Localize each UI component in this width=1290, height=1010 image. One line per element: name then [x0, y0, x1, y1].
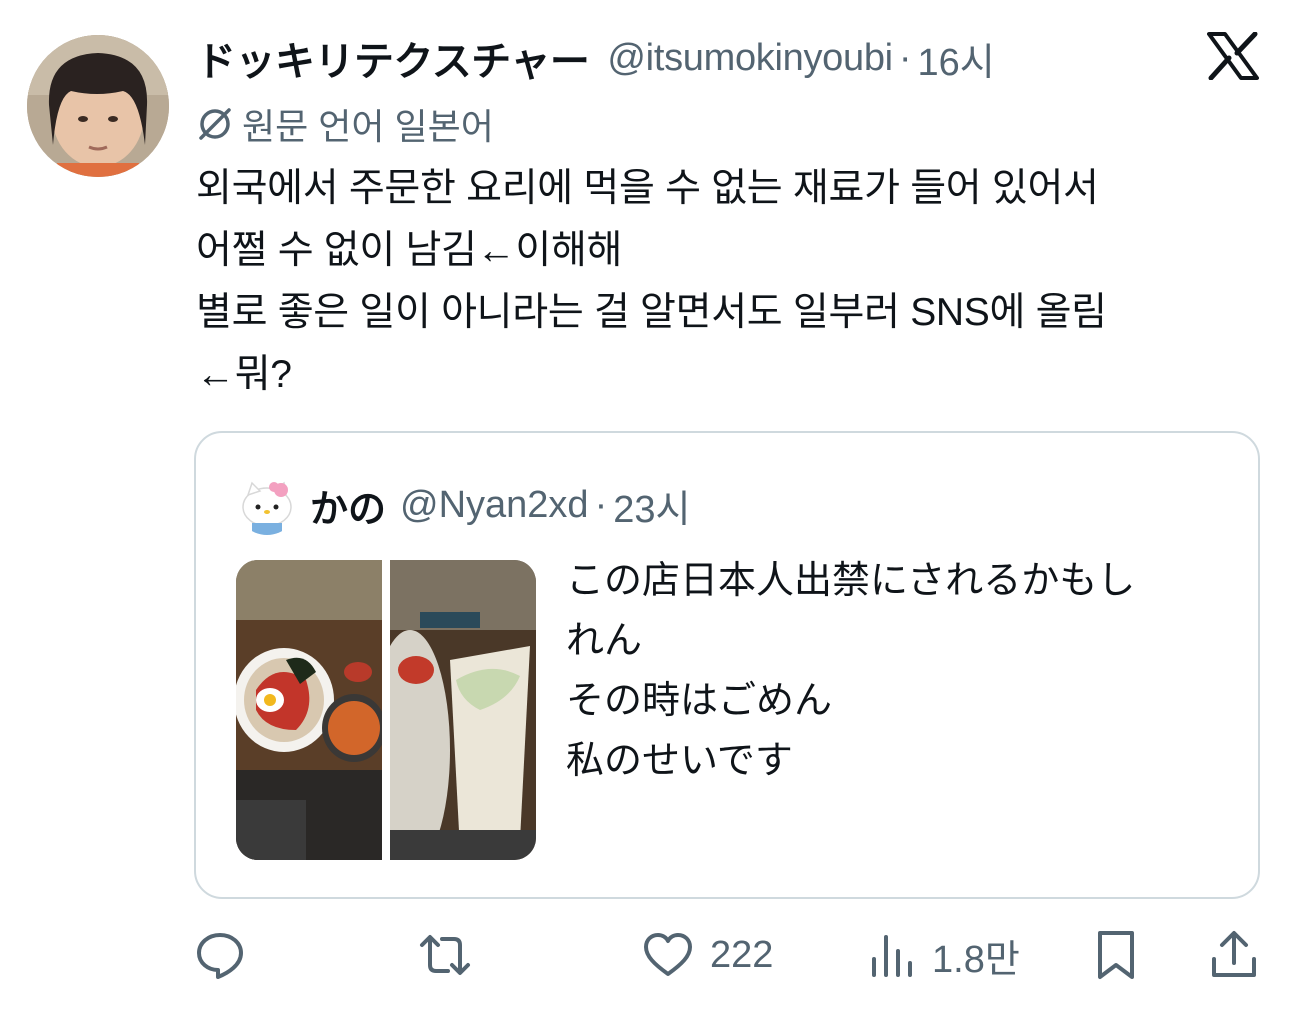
like-count: 222 [710, 933, 774, 976]
share-button[interactable] [1210, 920, 1258, 990]
heart-icon [644, 933, 692, 976]
tweet-header: ドッキリテクスチャー @itsumokinyoubi · 16시 [196, 28, 995, 88]
views-bar-chart-icon [872, 935, 912, 977]
avatar-photo [27, 35, 169, 177]
retweet-button[interactable] [416, 920, 490, 990]
food-photo-2[interactable] [370, 560, 536, 860]
tweet-body-line: 어쩔 수 없이 남김←이해해 [196, 229, 623, 272]
translation-label: 원문 언어 일본어 [242, 106, 494, 147]
reply-button[interactable] [194, 920, 262, 990]
quoted-author-handle[interactable]: @Nyan2xd [400, 484, 589, 527]
quoted-author-avatar[interactable] [236, 473, 298, 535]
tweet-time[interactable]: 16시 [917, 31, 994, 86]
quoted-tweet-header: かの @Nyan2xd · 23시 [310, 477, 690, 533]
like-button[interactable]: 222 [642, 920, 773, 990]
quoted-text-line: この店日本人出禁にされるかもし [566, 560, 1136, 602]
bookmark-icon [1098, 931, 1134, 979]
quoted-text-line: その時はごめん [566, 680, 833, 722]
tweet-action-bar: 222 1.8만 [0, 920, 1290, 990]
quoted-tweet-time[interactable]: 23시 [613, 478, 690, 533]
tweet-body-line: 별로 좋은 일이 아니라는 걸 알면서도 일부러 SNS에 올림 [196, 291, 1107, 334]
tweet-body-line: ←뭐? [196, 353, 292, 396]
tweet-body: 외국에서 주문한 요리에 먹을 수 없는 재료가 들어 있어서 어쩔 수 없이 … [196, 158, 1266, 406]
views-count: 1.8만 [932, 938, 1020, 981]
tweet-body-line: 외국에서 주문한 요리에 먹을 수 없는 재료가 들어 있어서 [196, 167, 1099, 210]
translate-icon [199, 108, 231, 140]
quoted-author-name[interactable]: かの [310, 478, 386, 533]
share-icon [1212, 931, 1256, 977]
hello-kitty-avatar [236, 473, 298, 535]
quoted-media[interactable] [236, 560, 536, 860]
translation-info[interactable]: 원문 언어 일본어 [196, 98, 494, 150]
bookmark-button[interactable] [1094, 920, 1138, 990]
x-logo-icon [1207, 31, 1259, 81]
retweet-icon [420, 935, 470, 975]
quoted-text-line: 私のせいです [566, 740, 793, 782]
views-button[interactable]: 1.8만 [868, 920, 1020, 990]
quoted-tweet-text: この店日本人出禁にされるかもし れん その時はごめん 私のせいです [566, 551, 1226, 791]
author-name[interactable]: ドッキリテクスチャー [196, 29, 590, 87]
food-photo-1[interactable] [236, 560, 386, 860]
media-divider [382, 560, 390, 860]
author-handle[interactable]: @itsumokinyoubi [607, 37, 893, 80]
separator-dot: · [594, 483, 608, 526]
separator-dot: · [898, 36, 912, 79]
quoted-tweet-card[interactable]: かの @Nyan2xd · 23시 この店日本人出禁にされるかもし れん その時… [194, 431, 1260, 899]
author-avatar[interactable] [27, 35, 169, 177]
quoted-text-line: れん [566, 620, 643, 662]
reply-icon [197, 933, 243, 979]
